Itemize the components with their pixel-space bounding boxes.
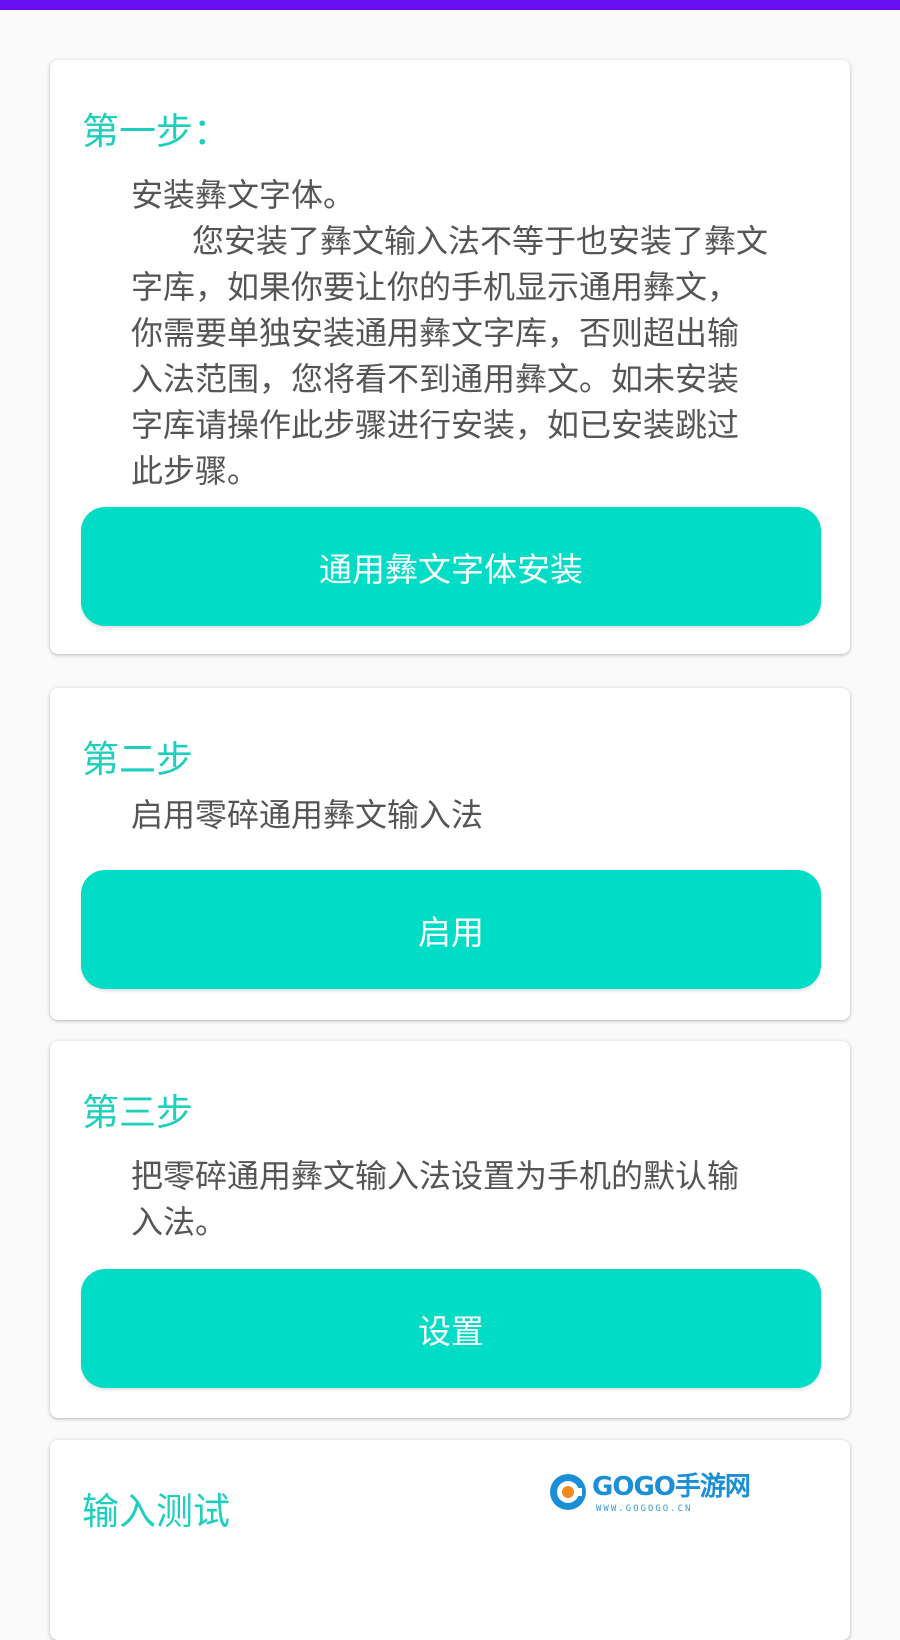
- step-title-1: 第一步：: [82, 110, 230, 153]
- set-default-button[interactable]: 设置: [81, 1269, 821, 1388]
- step-description-line: 字库，如果你要让你的手机显示通用彝文，: [131, 268, 740, 306]
- step-description-line: 把零碎通用彝文输入法设置为手机的默认输: [131, 1157, 740, 1195]
- step-card-2: 第二步 启用零碎通用彝文输入法 启用: [50, 688, 850, 1020]
- step-description-line: 您安装了彝文输入法不等于也安装了彝文: [131, 222, 769, 260]
- step-description-line: 此步骤。: [131, 452, 260, 490]
- step-description-2: 启用零碎通用彝文输入法: [131, 792, 831, 838]
- watermark-brand: GOGO手游网: [592, 1472, 751, 1502]
- gogo-logo-icon: [550, 1474, 586, 1510]
- watermark: GOGO手游网 WWW.GOGOGO.CN: [548, 1470, 751, 1522]
- enable-button[interactable]: 启用: [81, 870, 821, 989]
- install-font-button[interactable]: 通用彝文字体安装: [81, 507, 821, 626]
- step-description-line: 入法。: [131, 1203, 228, 1241]
- step-card-3: 第三步 把零碎通用彝文输入法设置为手机的默认输 入法。 设置: [50, 1041, 850, 1418]
- step-card-1: 第一步： 安装彝文字体。 您安装了彝文输入法不等于也安装了彝文 字库，如果你要让…: [50, 60, 850, 654]
- step-description-line: 启用零碎通用彝文输入法: [131, 796, 484, 834]
- step-title-2: 第二步: [82, 738, 193, 781]
- step-description-line: 你需要单独安装通用彝文字库，否则超出输: [131, 314, 740, 352]
- input-test-title: 输入测试: [82, 1490, 230, 1533]
- step-description-3: 把零碎通用彝文输入法设置为手机的默认输 入法。: [131, 1153, 831, 1245]
- step-description-line: 字库请操作此步骤进行安装，如已安装跳过: [131, 406, 740, 444]
- watermark-url: WWW.GOGOGO.CN: [596, 1504, 693, 1514]
- status-bar: [0, 0, 900, 10]
- step-description-line: 入法范围，您将看不到通用彝文。如未安装: [131, 360, 740, 398]
- step-description-1: 安装彝文字体。 您安装了彝文输入法不等于也安装了彝文 字库，如果你要让你的手机显…: [131, 172, 831, 494]
- step-title-3: 第三步: [82, 1091, 193, 1134]
- step-description-line: 安装彝文字体。: [131, 176, 356, 214]
